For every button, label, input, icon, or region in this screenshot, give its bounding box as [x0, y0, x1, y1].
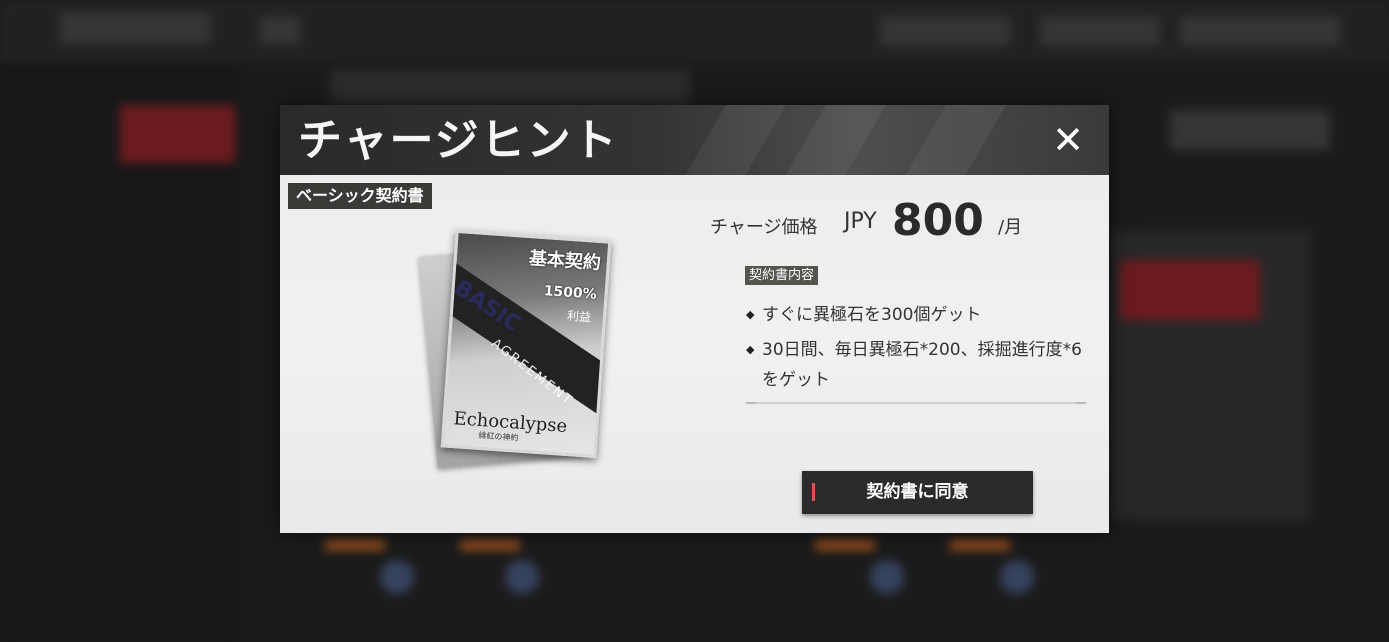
charge-hint-dialog: チャージヒント ✕ ベーシック契約書 基本契約 1500% 利益 BASIC A…: [280, 105, 1109, 533]
contents-item-text: 30日間、毎日異極石*200、採掘進行度*6をゲット: [762, 340, 1082, 390]
header-texture: [662, 105, 798, 175]
background-label-4: [950, 540, 1010, 550]
contents-item: ◆ 30日間、毎日異極石*200、採掘進行度*6をゲット: [746, 335, 1086, 395]
price-amount: 800: [892, 195, 984, 246]
contents-item: ◆ すぐに異極石を300個ゲット: [746, 300, 1086, 330]
background-title: [330, 70, 690, 110]
bullet-icon: ◆: [746, 343, 755, 356]
price-unit: /月: [998, 217, 1023, 238]
background-currency-2: [1040, 16, 1160, 46]
background-banner: [1120, 260, 1260, 320]
close-icon[interactable]: ✕: [1047, 119, 1089, 161]
header-texture: [762, 105, 898, 175]
contents-item-text: すぐに異極石を300個ゲット: [762, 305, 982, 325]
contract-card-image: 基本契約 1500% 利益 BASIC AGREEMENT Echocalyps…: [440, 229, 612, 459]
agree-button-label: 契約書に同意: [866, 482, 969, 502]
card-logo-subtitle: 緋紅の神約: [478, 430, 519, 443]
background-currency-3: [1180, 16, 1340, 46]
price-currency: JPY: [844, 209, 877, 234]
background-label-2: [460, 540, 520, 550]
card-profit: 利益: [566, 308, 592, 325]
background-tab-active: [120, 105, 235, 163]
background-label-1: [325, 540, 385, 550]
button-accent-mark: [812, 483, 815, 501]
background-item-1: [380, 560, 414, 594]
background-label-3: [815, 540, 875, 550]
contents-tag: 契約書内容: [745, 266, 819, 285]
background-search: [1170, 110, 1330, 150]
dialog-title: チャージヒント: [298, 115, 619, 166]
background-back-button: [60, 12, 210, 44]
header-texture: [882, 105, 1018, 175]
background-home-icon: [260, 16, 300, 44]
card-percent: 1500%: [543, 283, 598, 303]
card-title: 基本契約: [528, 248, 602, 274]
background-item-2: [505, 560, 539, 594]
plan-tag: ベーシック契約書: [288, 183, 432, 209]
dialog-header: チャージヒント ✕: [280, 105, 1109, 175]
bullet-icon: ◆: [746, 308, 755, 321]
background-item-4: [1000, 560, 1034, 594]
background-item-3: [870, 560, 904, 594]
background-currency-1: [880, 16, 1010, 46]
divider: [746, 402, 1086, 404]
price-label: チャージ価格: [710, 217, 818, 238]
agree-contract-button[interactable]: 契約書に同意: [802, 471, 1033, 514]
